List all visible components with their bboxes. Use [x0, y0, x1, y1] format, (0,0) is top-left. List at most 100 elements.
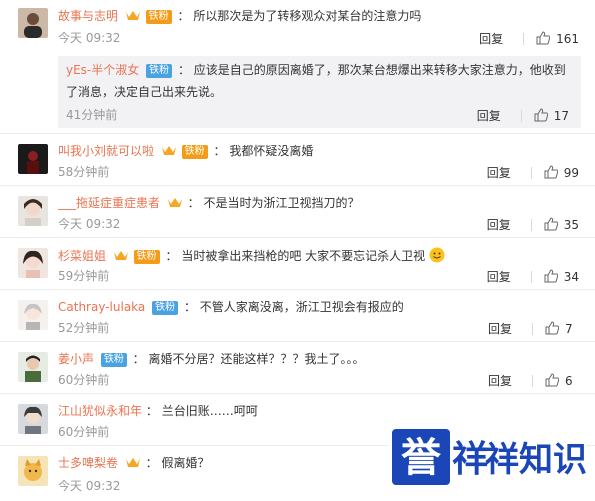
comment-actions: 回复 6 [488, 373, 579, 388]
avatar[interactable] [18, 456, 48, 486]
comment-time: 58分钟前 [58, 165, 110, 179]
comment-item: Cathray-lulaka 铁粉 ： 不管人家离没离，浙江卫视会有报应的 52… [0, 290, 595, 342]
comment-item: 故事与志明 铁粉 ： 所以那次是为了转移观众对某台的注意力吗 今天 09:32 … [0, 0, 595, 134]
sub-reply: yEs-半个淑女 铁粉 ： 应该是自己的原因离婚了，那次某台想爆出来转移大家注意… [58, 56, 581, 128]
divider [530, 167, 532, 179]
thumbs-up-icon[interactable] [544, 217, 558, 231]
fan-badge: 铁粉 [145, 10, 172, 24]
comment-time: 今天 09:32 [58, 31, 121, 45]
thumbs-up-icon[interactable] [536, 31, 551, 45]
colon: ： [145, 404, 158, 418]
avatar[interactable] [18, 248, 48, 278]
watermark-logo-glyph: 誉 [401, 435, 442, 481]
colon: ： [183, 300, 196, 314]
avatar[interactable] [18, 144, 48, 174]
avatar[interactable] [18, 300, 48, 330]
watermark-logo: 誉 祥 祥知识 [388, 423, 587, 491]
like-count: 6 [565, 374, 573, 388]
comment-item: ___拖延症重症患者 ： 不是当时为浙江卫视挡刀的？ 今天 09:32 回复 35 [0, 186, 595, 238]
comment-actions: 回复 35 [487, 217, 579, 232]
reply-button[interactable]: 回复 [487, 270, 527, 284]
reply-actions: 回复 17 [477, 108, 569, 123]
comment-actions: 回复 7 [488, 321, 579, 336]
thumbs-up-icon[interactable] [534, 108, 548, 122]
slightly-smiling-emoji-icon [429, 247, 445, 263]
username[interactable]: ___拖延症重症患者 [58, 196, 160, 210]
comment-actions: 回复 161 [479, 31, 579, 46]
fan-badge: 铁粉 [146, 64, 173, 78]
username[interactable]: 士多啤梨卷 [58, 456, 118, 470]
vip-badge-icon [125, 458, 140, 467]
colon: ： [145, 456, 158, 470]
colon: ： [132, 352, 145, 366]
thumbs-up-icon[interactable] [545, 373, 559, 387]
comment-actions: 回复 34 [487, 269, 579, 284]
fan-badge: 铁粉 [100, 353, 127, 367]
comment-time: 60分钟前 [58, 373, 110, 387]
avatar[interactable] [18, 404, 48, 434]
colon: ： [165, 249, 178, 263]
comment-text: 假离婚？ [161, 456, 210, 470]
comment-item: 叫我小刘就可以啦 铁粉 ： 我都怀疑没离婚 58分钟前 回复 99 [0, 134, 595, 186]
like-count: 35 [563, 218, 579, 232]
comment-text: 不是当时为浙江卫视挡刀的？ [203, 196, 360, 210]
comment-time: 今天 09:32 [58, 217, 121, 231]
comment-text: 兰台旧账……呵呵 [161, 404, 258, 418]
reply-button[interactable]: 回复 [487, 166, 527, 180]
comment-actions: 回复 99 [487, 165, 579, 180]
username[interactable]: 叫我小刘就可以啦 [58, 144, 154, 158]
divider [530, 271, 532, 283]
divider [532, 375, 533, 387]
watermark-name: 祥知识 [485, 440, 586, 480]
comment-text: 离婚不分居？还能这样？？？我土了。。。 [148, 352, 365, 366]
divider [520, 110, 522, 122]
comment-time: 60分钟前 [58, 425, 110, 439]
fan-badge: 铁粉 [181, 145, 208, 159]
vip-badge-icon [167, 198, 182, 207]
username[interactable]: 故事与志明 [58, 9, 118, 23]
username[interactable]: yEs-半个淑女 [66, 63, 139, 77]
like-count: 161 [556, 32, 579, 46]
fan-badge: 铁粉 [152, 301, 179, 315]
comment-text: 我都怀疑没离婚 [229, 144, 314, 158]
username[interactable]: 杉菜姐姐 [58, 249, 106, 263]
comment-text: 不管人家离没离，浙江卫视会有报应的 [199, 300, 404, 314]
reply-button[interactable]: 回复 [488, 322, 528, 336]
avatar[interactable] [18, 352, 48, 382]
like-count: 17 [553, 109, 569, 123]
like-count: 99 [563, 166, 579, 180]
colon: ： [177, 9, 190, 23]
comment-time: 52分钟前 [58, 321, 110, 335]
thumbs-up-icon[interactable] [544, 269, 558, 283]
colon: ： [187, 196, 200, 210]
thumbs-up-icon[interactable] [544, 165, 558, 179]
avatar[interactable] [18, 196, 48, 226]
comment-item: 姜小声 铁粉 ： 离婚不分居？还能这样？？？我土了。。。 60分钟前 回复 6 [0, 342, 595, 394]
comment-time: 今天 09:32 [58, 479, 121, 493]
reply-button[interactable]: 回复 [487, 218, 527, 232]
like-count: 7 [565, 322, 573, 336]
comment-item: 杉菜姐姐 铁粉 ： 当时被拿出来挡枪的吧 大家不要忘记杀人卫视 59分钟前 回复… [0, 238, 595, 290]
reply-button[interactable]: 回复 [477, 109, 517, 123]
thumbs-up-icon[interactable] [545, 321, 559, 335]
reply-time: 41分钟前 [66, 108, 118, 122]
divider [523, 33, 525, 45]
vip-badge-icon [113, 251, 128, 260]
reply-button[interactable]: 回复 [479, 32, 519, 46]
colon: ： [177, 63, 190, 77]
reply-button[interactable]: 回复 [488, 374, 528, 388]
avatar[interactable] [18, 8, 48, 38]
reply-text-continued: 了消息，决定自己出来先说。 [66, 85, 223, 99]
comment-time: 59分钟前 [58, 269, 110, 283]
colon: ： [213, 144, 226, 158]
username[interactable]: Cathray-lulaka [58, 300, 145, 314]
reply-text: 应该是自己的原因离婚了，那次某台想爆出来转移大家注意力，他收到 [193, 63, 566, 77]
comment-text: 所以那次是为了转移观众对某台的注意力吗 [193, 9, 422, 23]
like-count: 34 [563, 270, 579, 284]
username[interactable]: 姜小声 [58, 352, 94, 366]
username[interactable]: 江山犹似永和年 [58, 404, 142, 418]
divider [530, 219, 532, 231]
divider [532, 323, 533, 335]
watermark-brand-glyph: 祥 [452, 439, 488, 480]
vip-badge-icon [161, 146, 176, 155]
